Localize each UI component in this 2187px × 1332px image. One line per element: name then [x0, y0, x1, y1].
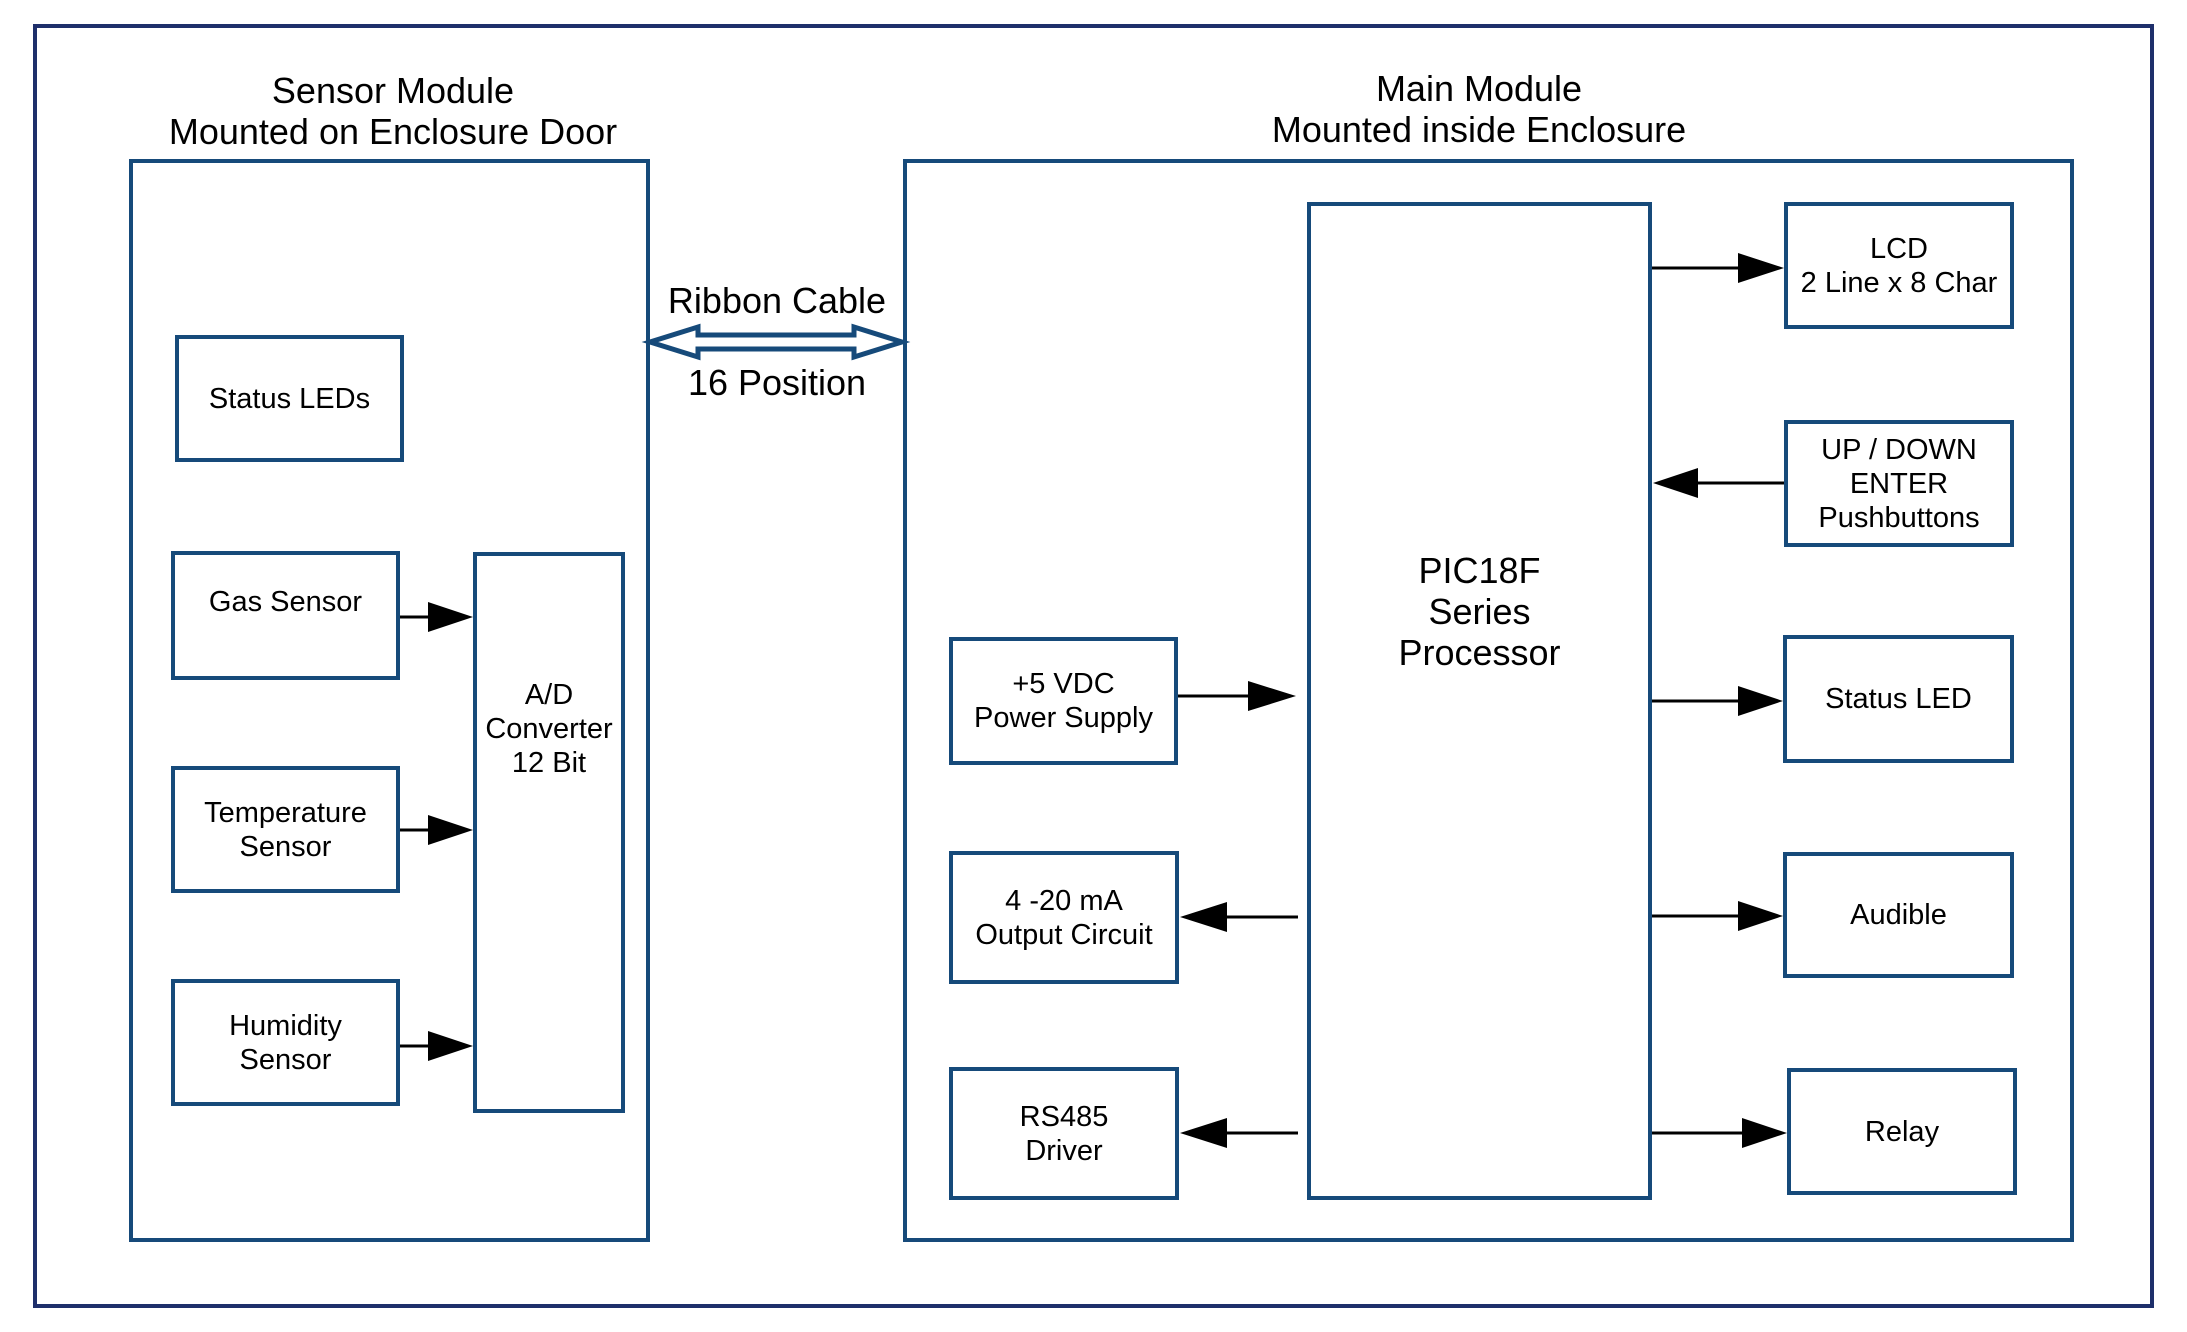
ribbon-cable-arrow	[641, 323, 911, 361]
processor-to-relay-arrow	[1652, 1118, 1787, 1148]
pushbuttons-to-processor-arrow	[1653, 468, 1784, 498]
gas-to-adc-arrow	[400, 602, 473, 632]
temperature-to-adc-arrow	[400, 815, 473, 845]
processor-to-audible-arrow	[1652, 901, 1783, 931]
processor-to-lcd-arrow	[1652, 253, 1784, 283]
connector-layer	[400, 253, 1787, 1148]
humidity-to-adc-arrow	[400, 1031, 473, 1061]
processor-to-rs485-arrow	[1180, 1118, 1298, 1148]
power-supply-to-processor-arrow	[1178, 681, 1296, 711]
processor-to-output-circuit-arrow	[1180, 902, 1298, 932]
processor-to-status-led-arrow	[1652, 686, 1783, 716]
